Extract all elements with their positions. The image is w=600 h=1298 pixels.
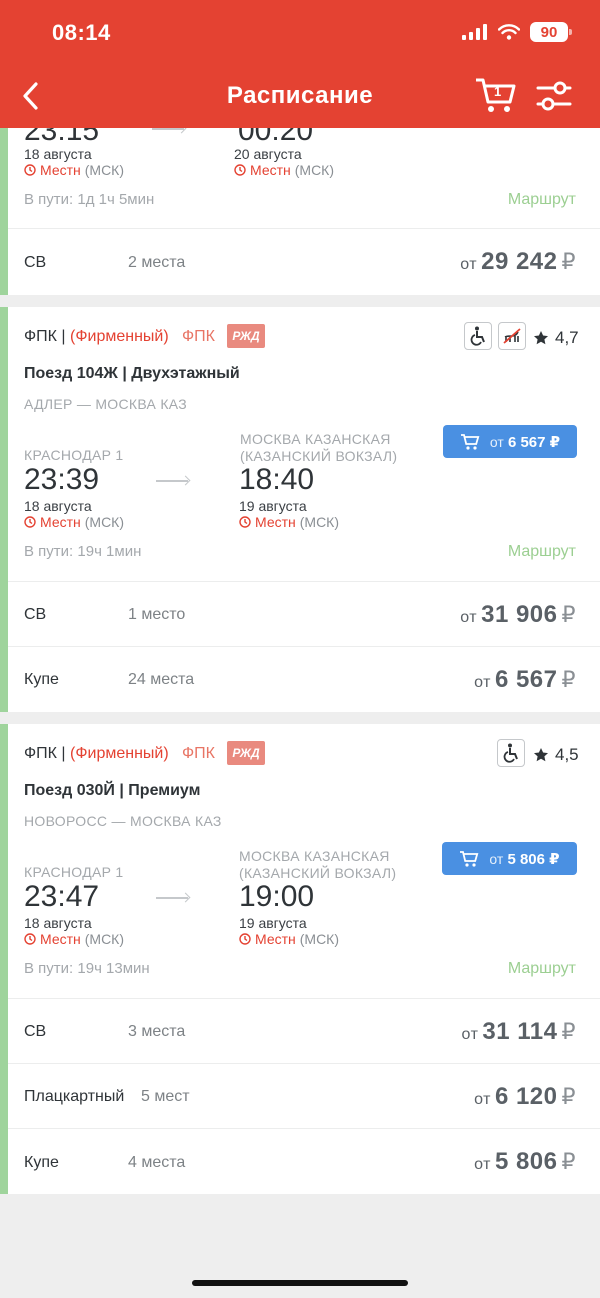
rzd-logo: РЖД — [227, 741, 265, 765]
arrival-date: 19 августа — [239, 915, 307, 931]
seats-count: 4 места — [128, 1154, 186, 1171]
arrival-date: 20 августа — [234, 146, 302, 162]
departure-date: 18 августа — [24, 915, 92, 931]
home-indicator — [192, 1280, 408, 1286]
cart-button[interactable]: 1 — [474, 76, 520, 116]
cart-count: 1 — [494, 84, 502, 99]
buy-ticket-button[interactable]: от 5 806 ₽ — [442, 842, 577, 875]
class-name: Плацкартный — [24, 1088, 125, 1105]
arrival-station: МОСКВА КАЗАНСКАЯ (КАЗАНСКИЙ ВОКЗАЛ) — [239, 848, 397, 881]
arrival-time: 18:40 — [239, 463, 315, 496]
route-link[interactable]: Маршрут — [508, 960, 576, 978]
sliders-icon — [536, 81, 572, 111]
class-price[interactable]: от 6 120 ₽ — [474, 1083, 576, 1111]
arrow-right-icon — [156, 480, 188, 482]
rzd-logo: РЖД — [227, 324, 265, 348]
wheelchair-icon — [497, 739, 525, 767]
carrier-name: ФПК | (Фирменный) — [24, 745, 169, 762]
cart-icon — [460, 850, 479, 867]
arrival-local-time: Местн (МСК) — [234, 162, 334, 178]
travel-duration: В пути: 19ч 13мин — [24, 960, 150, 977]
departure-station: КРАСНОДАР 1 — [24, 447, 124, 463]
wifi-icon — [498, 24, 520, 40]
clock-icon — [239, 516, 251, 528]
train-route: НОВОРОСС — МОСКВА КАЗ — [24, 813, 222, 829]
class-price[interactable]: от 29 242 ₽ — [460, 248, 576, 276]
status-icons: 90 — [462, 22, 572, 42]
departure-local-time: Местн (МСК) — [24, 514, 124, 530]
class-name: СВ — [24, 1023, 47, 1040]
departure-date: 18 августа — [24, 498, 92, 514]
travel-duration: В пути: 1д 1ч 5мин — [24, 191, 155, 208]
arrival-date: 19 августа — [239, 498, 307, 514]
arrow-right-icon — [152, 128, 184, 130]
departure-time: 23:39 — [24, 463, 100, 496]
wheelchair-icon — [464, 322, 492, 350]
train-route: АДЛЕР — МОСКВА КАЗ — [24, 396, 188, 412]
fpk-logo: ФПК — [182, 745, 215, 762]
fpk-logo: ФПК — [182, 328, 215, 345]
buy-ticket-button[interactable]: от 6 567 ₽ — [443, 425, 577, 458]
clock-icon — [24, 164, 36, 176]
star-icon — [534, 331, 548, 345]
cart-icon — [460, 433, 480, 450]
seats-count: 24 места — [128, 671, 195, 688]
departure-local-time: Местн (МСК) — [24, 931, 124, 947]
train-card[interactable]: 23:15 00:20 18 августа 20 августа Местн(… — [0, 100, 600, 295]
class-name: СВ — [24, 254, 47, 271]
arrow-right-icon — [156, 897, 188, 899]
route-link[interactable]: Маршрут — [508, 543, 576, 561]
app-header: 08:14 90 Расписание 1 — [0, 0, 600, 128]
signal-icon — [462, 24, 487, 40]
class-name: Купе — [24, 671, 59, 688]
train-card[interactable]: ФПК | (Фирменный) ФПК РЖД 4,7 Поезд 104Ж… — [0, 307, 600, 712]
class-price[interactable]: от 5 806 ₽ — [474, 1148, 576, 1176]
route-link[interactable]: Маршрут — [508, 191, 576, 209]
clock-icon — [239, 933, 251, 945]
class-price[interactable]: от 31 906 ₽ — [460, 601, 576, 629]
arrival-local-time: Местн (МСК) — [239, 514, 339, 530]
seats-count: 3 места — [128, 1023, 186, 1040]
battery-icon: 90 — [530, 22, 572, 42]
class-price[interactable]: от 6 567 ₽ — [474, 666, 576, 694]
class-name: СВ — [24, 606, 47, 623]
seats-count: 1 место — [128, 606, 186, 623]
arrival-local-time: Местн (МСК) — [239, 931, 339, 947]
carrier-name: ФПК | (Фирменный) — [24, 328, 169, 345]
clock-icon — [234, 164, 246, 176]
arrival-time: 19:00 — [239, 880, 315, 913]
seats-count: 5 мест — [141, 1088, 190, 1105]
departure-local-time: Местн (МСК) — [24, 162, 124, 178]
departure-station: КРАСНОДАР 1 — [24, 864, 124, 880]
status-time: 08:14 — [52, 20, 111, 45]
seats-count: 2 места — [128, 254, 186, 271]
no-pets-icon — [498, 322, 526, 350]
train-rating: 4,7 — [533, 328, 579, 348]
class-price[interactable]: от 31 114 ₽ — [462, 1018, 576, 1046]
star-icon — [534, 748, 548, 762]
departure-time: 23:47 — [24, 880, 100, 913]
clock-icon — [24, 516, 36, 528]
departure-date: 18 августа — [24, 146, 92, 162]
travel-duration: В пути: 19ч 1мин — [24, 543, 142, 560]
train-title: Поезд 104Ж | Двухэтажный — [24, 365, 240, 382]
train-rating: 4,5 — [533, 745, 579, 765]
filter-button[interactable] — [534, 78, 574, 114]
arrival-station: МОСКВА КАЗАНСКАЯ (КАЗАНСКИЙ ВОКЗАЛ) — [240, 431, 398, 464]
clock-icon — [24, 933, 36, 945]
train-card[interactable]: ФПК | (Фирменный) ФПК РЖД 4,5 Поезд 030Й… — [0, 724, 600, 1194]
train-title: Поезд 030Й | Премиум — [24, 782, 201, 799]
class-name: Купе — [24, 1154, 59, 1171]
